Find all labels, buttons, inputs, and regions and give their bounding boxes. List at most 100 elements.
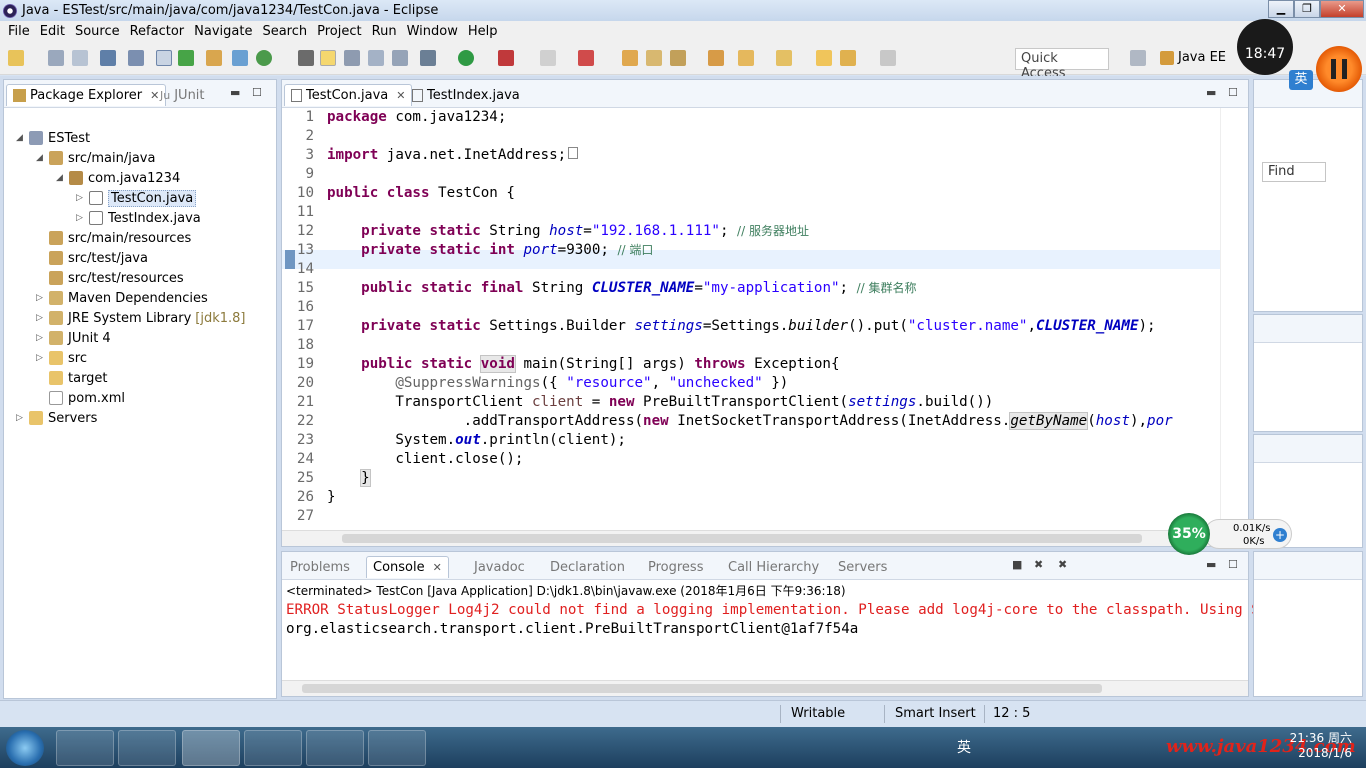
toggle-mark-icon[interactable]	[156, 50, 172, 66]
skip-breakpoints-icon[interactable]	[128, 50, 144, 66]
save-icon[interactable]	[48, 50, 64, 66]
tree-item-servers[interactable]: ▷ Servers	[16, 408, 97, 428]
debug-icon[interactable]	[420, 50, 436, 66]
taskbar-chrome[interactable]	[306, 730, 364, 766]
find-input[interactable]: Find	[1262, 162, 1326, 182]
code-editor[interactable]: 1 2 3 9 10 11 12 13 14 15 16 17 18 19 20…	[282, 108, 1220, 538]
tree-item-testcon-java[interactable]: ▷ TestCon.java	[76, 188, 197, 208]
forward-icon[interactable]	[880, 50, 896, 66]
menu-help[interactable]: Help	[463, 24, 503, 39]
tree-item-testindex-java[interactable]: ▷ TestIndex.java	[76, 208, 201, 228]
highlight-icon[interactable]	[320, 50, 336, 66]
open-folder-icon[interactable]	[622, 50, 638, 66]
ime-indicator[interactable]: 英	[957, 737, 971, 757]
minimize-view-icon[interactable]: ▬	[230, 86, 240, 99]
tree-item-src-main-resources[interactable]: src/main/resources	[46, 228, 191, 248]
tree-item-estest[interactable]: ◢ ESTest	[16, 128, 90, 148]
menu-project[interactable]: Project	[312, 24, 366, 39]
open-perspective-icon[interactable]	[1130, 50, 1146, 66]
save-all-icon[interactable]	[72, 50, 88, 66]
new-project-icon[interactable]	[206, 50, 222, 66]
minimize-view-icon[interactable]: ▬	[1206, 86, 1216, 99]
close-button[interactable]: ✕	[1320, 0, 1364, 18]
tab-problems[interactable]: Problems	[284, 556, 356, 578]
remove-all-icon[interactable]: ✖	[1058, 558, 1067, 571]
refresh-icon[interactable]	[256, 50, 272, 66]
tab-javadoc[interactable]: Javadoc	[468, 556, 531, 578]
scrollbar-thumb[interactable]	[302, 684, 1102, 693]
prev-annotation-icon[interactable]	[776, 50, 792, 66]
network-monitor[interactable]: 0.01K/s 0K/s + 35%	[1168, 513, 1292, 555]
maximize-view-icon[interactable]: ☐	[1228, 86, 1238, 99]
tree-item-src-main-java[interactable]: ◢ src/main/java	[36, 148, 155, 168]
ime-float-icon[interactable]: 英	[1289, 70, 1313, 90]
tab-package-explorer[interactable]: Package Explorer ✕	[6, 84, 167, 106]
editor-horizontal-scrollbar[interactable]	[282, 530, 1220, 546]
start-button[interactable]	[6, 730, 44, 766]
tree-item-target[interactable]: target	[46, 368, 108, 388]
run-icon[interactable]	[458, 50, 474, 66]
stop-icon[interactable]	[540, 50, 556, 66]
system-clock[interactable]: 21:36 周六 2018/1/6	[1290, 731, 1352, 761]
taskbar-word[interactable]	[244, 730, 302, 766]
console-horizontal-scrollbar[interactable]	[282, 680, 1248, 696]
pin-icon[interactable]	[298, 50, 314, 66]
add-icon[interactable]: +	[1273, 528, 1287, 542]
maximize-button[interactable]: ❐	[1294, 0, 1320, 18]
taskbar-eclipse[interactable]	[182, 730, 240, 766]
tab-servers[interactable]: Servers	[832, 556, 893, 578]
new-icon[interactable]	[8, 50, 24, 66]
external-tools-icon[interactable]	[578, 50, 594, 66]
pause-recording-icon[interactable]	[1316, 46, 1362, 92]
menu-refactor[interactable]: Refactor	[125, 24, 190, 39]
editor-vertical-scrollbar[interactable]	[1220, 108, 1248, 548]
taskbar-file-explorer[interactable]	[118, 730, 176, 766]
next-annotation-icon[interactable]	[738, 50, 754, 66]
maximize-view-icon[interactable]: ☐	[1228, 558, 1238, 571]
tree-item-jre-system-library[interactable]: ▷ JRE System Library [jdk1.8]	[36, 308, 246, 328]
search-tool-icon[interactable]	[670, 50, 686, 66]
menu-run[interactable]: Run	[367, 24, 402, 39]
tree-item-com-java1234[interactable]: ◢ com.java1234	[56, 168, 180, 188]
folded-imports-icon[interactable]	[568, 147, 579, 159]
close-icon[interactable]: ✕	[396, 89, 405, 102]
perspective-java-ee[interactable]: Java EE	[1160, 50, 1226, 65]
quick-access-input[interactable]: Quick Access	[1015, 48, 1109, 81]
console-icon[interactable]	[100, 50, 116, 66]
last-edit-icon[interactable]	[816, 50, 832, 66]
menu-window[interactable]: Window	[402, 24, 463, 39]
minimize-button[interactable]: ▁	[1268, 0, 1294, 18]
menu-source[interactable]: Source	[70, 24, 125, 39]
tab-junit[interactable]: Ju JUnit	[154, 84, 211, 106]
tree-item-src-test-resources[interactable]: src/test/resources	[46, 268, 184, 288]
open-task-icon[interactable]	[646, 50, 662, 66]
coverage-icon[interactable]	[498, 50, 514, 66]
block-select-icon[interactable]	[368, 50, 384, 66]
back-icon[interactable]	[840, 50, 856, 66]
server-icon[interactable]	[178, 50, 194, 66]
tab-testcon-java[interactable]: TestCon.java ✕	[284, 84, 413, 106]
open-type-icon[interactable]	[232, 50, 248, 66]
taskbar-app-6[interactable]	[368, 730, 426, 766]
tree-item-junit4[interactable]: ▷ JUnit 4	[36, 328, 111, 348]
show-whitespace-icon[interactable]	[344, 50, 360, 66]
maximize-view-icon[interactable]: ☐	[252, 86, 262, 99]
minimize-view-icon[interactable]: ▬	[1206, 558, 1216, 571]
menu-file[interactable]: File	[3, 24, 35, 39]
tree-item-pom-xml[interactable]: pom.xml	[46, 388, 125, 408]
tab-progress[interactable]: Progress	[642, 556, 709, 578]
terminate-icon[interactable]: ■	[1012, 558, 1022, 571]
open-resource-icon[interactable]	[708, 50, 724, 66]
close-icon[interactable]: ✕	[433, 561, 442, 574]
menu-search[interactable]: Search	[257, 24, 312, 39]
tree-item-maven-dependencies[interactable]: ▷ Maven Dependencies	[36, 288, 208, 308]
taskbar-app-1[interactable]	[56, 730, 114, 766]
menu-navigate[interactable]: Navigate	[189, 24, 257, 39]
scrollbar-thumb[interactable]	[342, 534, 1142, 543]
tree-item-src[interactable]: ▷ src	[36, 348, 87, 368]
remove-launch-icon[interactable]: ✖	[1034, 558, 1043, 571]
menu-edit[interactable]: Edit	[35, 24, 70, 39]
tab-call-hierarchy[interactable]: Call Hierarchy	[722, 556, 825, 578]
tree-item-src-test-java[interactable]: src/test/java	[46, 248, 148, 268]
tab-testindex-java[interactable]: TestIndex.java	[406, 84, 526, 106]
